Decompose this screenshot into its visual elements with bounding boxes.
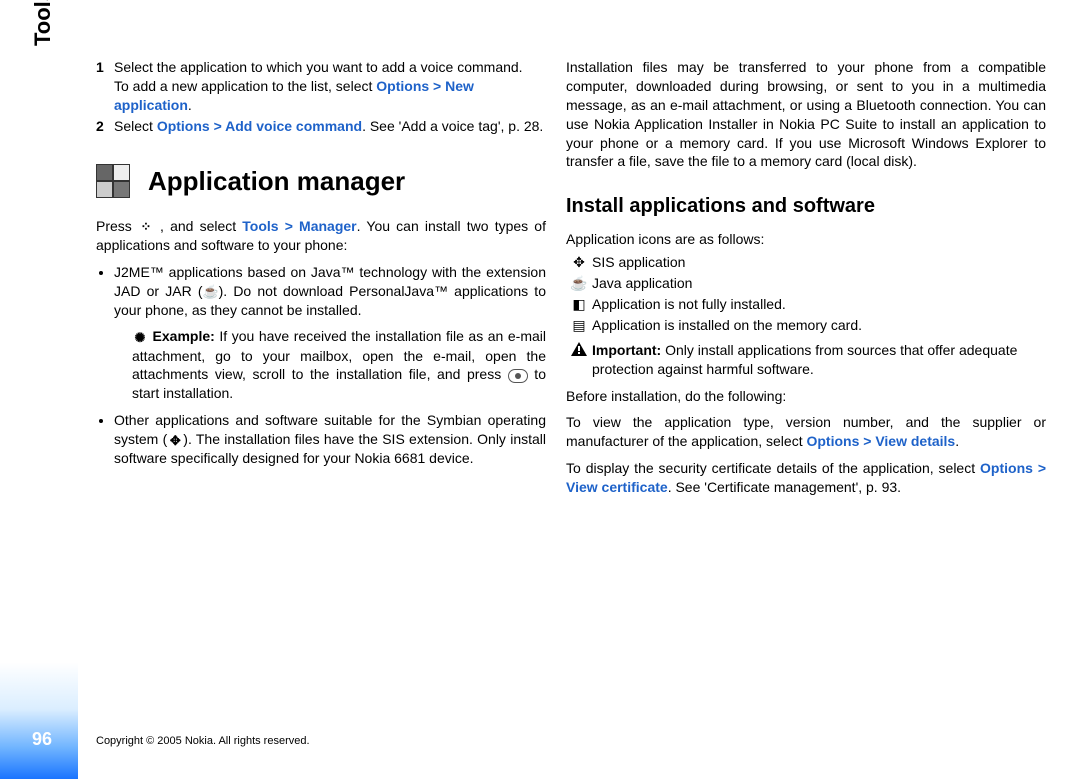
tip-icon: ✺ — [132, 329, 148, 347]
step-2: 2 Select Options > Add voice command. Se… — [96, 117, 546, 136]
copyright-line: Copyright © 2005 Nokia. All rights reser… — [96, 734, 310, 749]
application-manager-icon — [96, 164, 130, 198]
heading-install-apps: Install applications and software — [566, 193, 1046, 220]
icon-label: SIS application — [592, 253, 1046, 272]
link-manager[interactable]: Manager — [299, 218, 357, 234]
link-options[interactable]: Options — [157, 118, 210, 134]
side-tab-label: Tools — [28, 0, 58, 46]
application-manager-heading-row: Application manager — [96, 164, 546, 199]
view-cert-paragraph: To display the security certificate deta… — [566, 459, 1046, 497]
link-add-voice-command[interactable]: Add voice command — [225, 118, 362, 134]
step1-hint-pre: To add a new application to the list, se… — [114, 78, 376, 94]
link-view-details[interactable]: View details — [875, 433, 955, 449]
step-number: 1 — [96, 58, 114, 115]
vc-pre: To display the security certificate deta… — [566, 460, 980, 476]
sis-icon: ✥ — [167, 432, 183, 450]
link-tools[interactable]: Tools — [242, 218, 278, 234]
important-icon — [566, 341, 592, 379]
gt: > — [859, 433, 875, 449]
link-view-certificate[interactable]: View certificate — [566, 479, 668, 495]
icon-row-partial: ◧ Application is not fully installed. — [566, 295, 1046, 314]
application-types-list: J2ME™ applications based on Java™ techno… — [96, 263, 546, 468]
icon-row-sis: ✥ SIS application — [566, 253, 1046, 272]
link-options[interactable]: Options — [806, 433, 859, 449]
page-sheet: Tools 1 Select the application to which … — [0, 0, 1080, 779]
icons-intro: Application icons are as follows: — [566, 230, 1046, 249]
list-item: J2ME™ applications based on Java™ techno… — [114, 263, 546, 404]
java-icon: ☕ — [203, 283, 219, 301]
press-mid: , and select — [154, 218, 242, 234]
sis-icon: ✥ — [566, 253, 592, 272]
gt: > — [210, 118, 225, 134]
important-text-body: Important: Only install applications fro… — [592, 341, 1046, 379]
icon-row-java: ☕ Java application — [566, 274, 1046, 293]
step-body: Select Options > Add voice command. See … — [114, 117, 546, 136]
important-label: Important: — [592, 342, 661, 358]
gt: > — [1033, 460, 1046, 476]
install-transfer-paragraph: Installation files may be transferred to… — [566, 58, 1046, 171]
icon-label: Java application — [592, 274, 1046, 293]
center-key-icon — [508, 369, 528, 383]
vd-post: . — [955, 433, 959, 449]
step2-post: . See 'Add a voice tag', p. 28. — [362, 118, 543, 134]
gt: > — [429, 78, 445, 94]
step1-period: . — [188, 97, 192, 113]
icon-row-memcard: ▤ Application is installed on the memory… — [566, 316, 1046, 335]
memory-card-icon: ▤ — [566, 316, 592, 335]
page-number: 96 — [32, 727, 52, 751]
press-paragraph: Press ⁘ , and select Tools > Manager. Yo… — [96, 217, 546, 255]
icon-label: Application is not fully installed. — [592, 295, 1046, 314]
partial-install-icon: ◧ — [566, 295, 592, 314]
step-1: 1 Select the application to which you wa… — [96, 58, 546, 115]
list-item: Other applications and software suitable… — [114, 411, 546, 468]
icon-label: Application is installed on the memory c… — [592, 316, 1046, 335]
link-options[interactable]: Options — [980, 460, 1033, 476]
example-block: ✺ Example: If you have received the inst… — [132, 327, 546, 403]
step2-pre: Select — [114, 118, 157, 134]
before-install-paragraph: Before installation, do the following: — [566, 387, 1046, 406]
left-column: 1 Select the application to which you wa… — [96, 58, 546, 476]
example-label: Example: — [148, 328, 219, 344]
right-column: Installation files may be transferred to… — [566, 58, 1046, 505]
vc-post: . See 'Certificate management', p. 93. — [668, 479, 901, 495]
side-gradient-band — [0, 0, 78, 779]
important-block: Important: Only install applications fro… — [566, 341, 1046, 379]
heading-application-manager: Application manager — [148, 164, 405, 199]
step1-text: Select the application to which you want… — [114, 59, 523, 75]
press-pre: Press — [96, 218, 138, 234]
step-number: 2 — [96, 117, 114, 136]
gt: > — [279, 218, 299, 234]
view-details-paragraph: To view the application type, version nu… — [566, 413, 1046, 451]
link-options[interactable]: Options — [376, 78, 429, 94]
java-icon: ☕ — [566, 274, 592, 293]
menu-key-icon: ⁘ — [138, 218, 154, 236]
step-body: Select the application to which you want… — [114, 58, 546, 115]
